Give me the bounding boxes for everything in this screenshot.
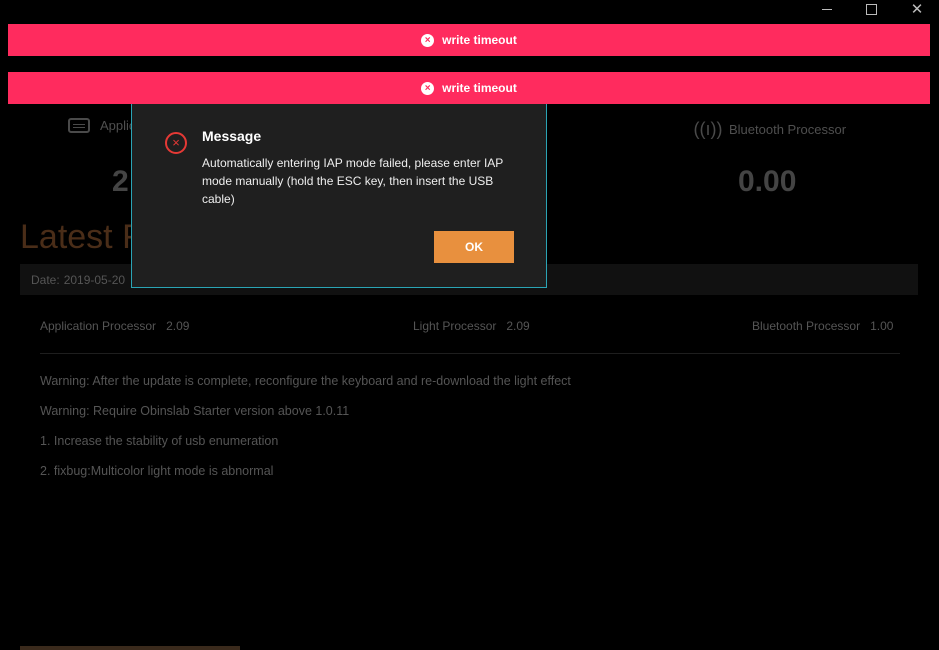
divider xyxy=(40,353,900,354)
release-note: 1. Increase the stability of usb enumera… xyxy=(40,434,279,448)
processor-version-bluetooth: 0.00 xyxy=(738,165,797,198)
dialog-title: Message xyxy=(202,128,262,144)
error-toast: × write timeout xyxy=(8,72,930,104)
close-circle-icon[interactable]: × xyxy=(421,81,435,95)
message-dialog: × Message Automatically entering IAP mod… xyxy=(131,104,547,288)
date-value: 2019-05-20 xyxy=(63,272,126,287)
processor-name: Bluetooth Processor xyxy=(729,121,847,137)
release-note: Warning: After the update is complete, r… xyxy=(40,374,571,388)
close-circle-icon[interactable]: × xyxy=(421,33,435,47)
error-toast: × write timeout xyxy=(8,24,930,56)
processor-card-application: Applic xyxy=(68,118,135,133)
error-circle-icon: × xyxy=(165,132,187,154)
version-value: 2.09 xyxy=(166,319,190,333)
processor-version-application: 2 xyxy=(112,165,129,198)
dialog-message: Automatically entering IAP mode failed, … xyxy=(202,156,504,206)
version-application: Application Processor 2.09 xyxy=(40,319,189,333)
release-note: 2. fixbug:Multicolor light mode is abnor… xyxy=(40,464,274,478)
processor-card-bluetooth: ((ı)) Bluetooth Processor xyxy=(693,118,847,140)
ok-button[interactable]: OK xyxy=(434,231,514,263)
version-label: Bluetooth Processor xyxy=(752,319,861,333)
antenna-icon: ((ı)) xyxy=(693,118,723,139)
version-value: 2.09 xyxy=(506,319,530,333)
version-bluetooth: Bluetooth Processor 1.00 xyxy=(752,319,893,333)
date-label: Date: xyxy=(31,272,60,287)
toast-text: write timeout xyxy=(442,81,517,95)
update-button-edge[interactable] xyxy=(20,646,240,650)
toast-text: write timeout xyxy=(442,33,517,47)
release-note: Warning: Require Obinslab Starter versio… xyxy=(40,404,350,418)
version-label: Application Processor xyxy=(40,319,157,333)
version-value: 1.00 xyxy=(870,319,894,333)
version-label: Light Processor xyxy=(413,319,497,333)
version-light: Light Processor 2.09 xyxy=(413,319,530,333)
keyboard-icon xyxy=(68,118,90,133)
latest-firmware-title: Latest F xyxy=(20,218,143,256)
